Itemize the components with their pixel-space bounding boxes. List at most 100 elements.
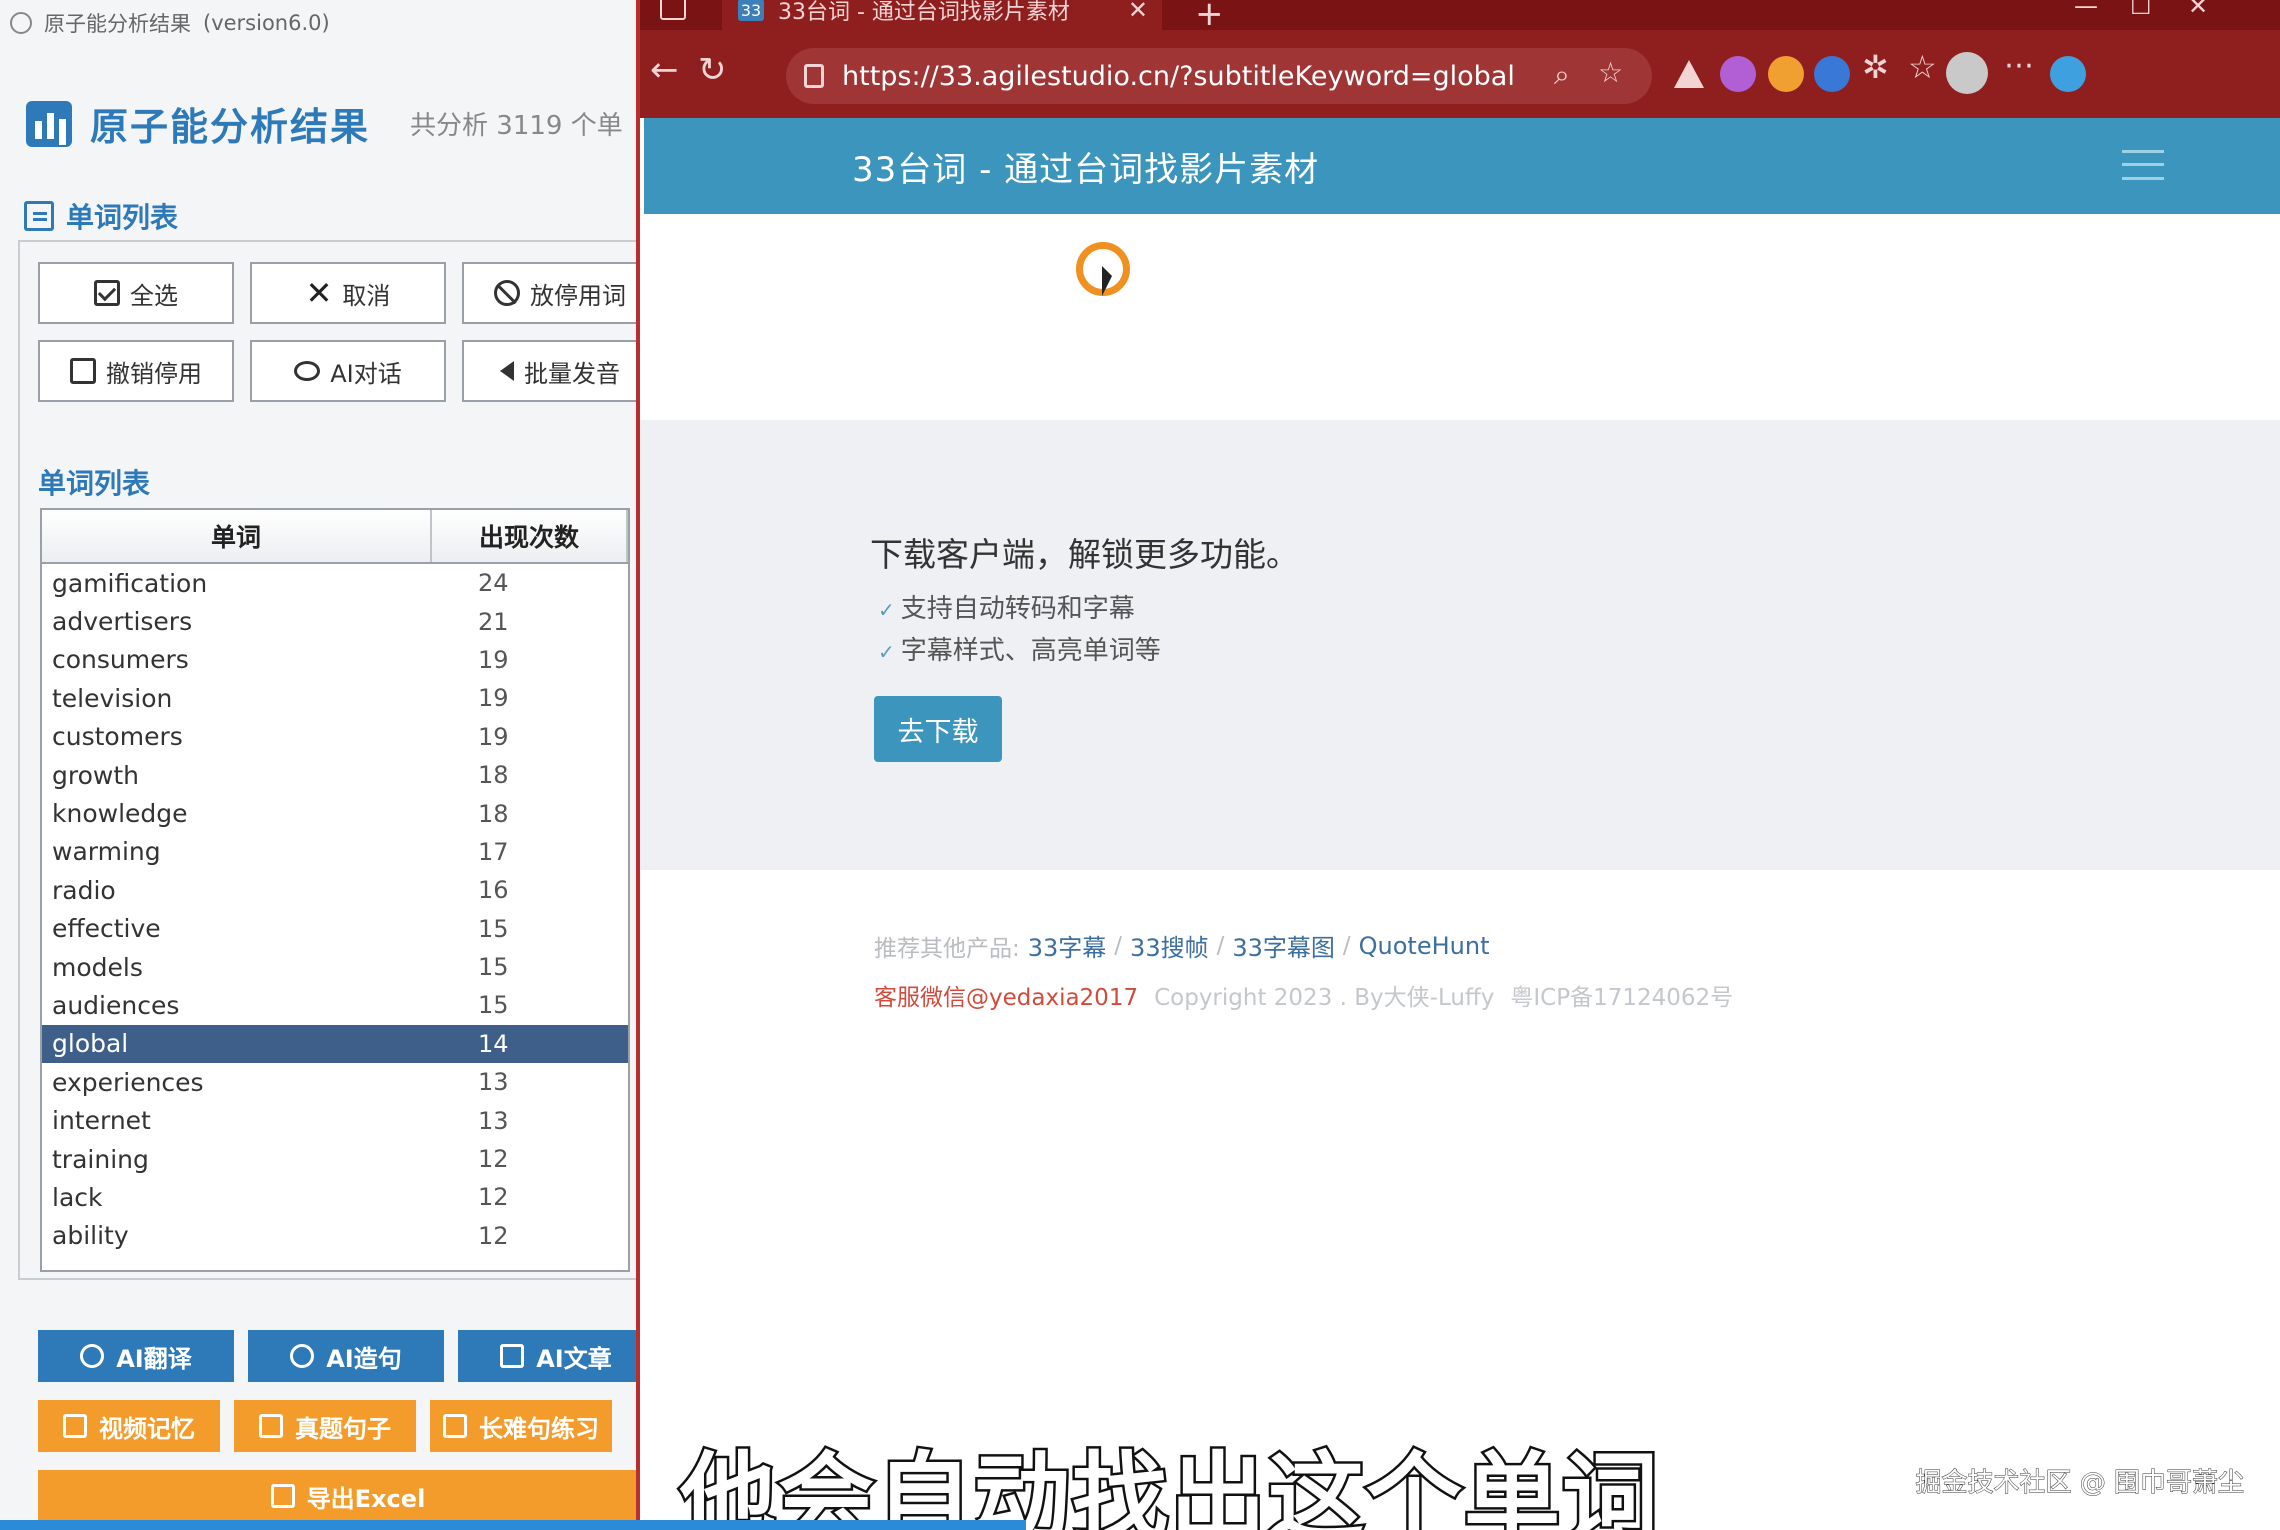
window-titlebar: 原子能分析结果 (version6.0)	[0, 0, 636, 46]
tab-close-icon[interactable]: ✕	[1128, 0, 1148, 24]
column-header-word[interactable]: 单词	[42, 510, 432, 562]
back-arrow-icon[interactable]: ←	[650, 50, 679, 90]
column-header-count[interactable]: 出现次数	[432, 510, 628, 562]
bottom-button-area: AI翻译 AI造句 AI文章 视频记忆 真题句子 长难句练习 导出Excel	[38, 1330, 636, 1530]
bar-chart-icon	[26, 100, 72, 147]
select-all-button[interactable]: 全选	[38, 262, 234, 324]
table-row[interactable]: gamification 24	[42, 564, 628, 602]
count-cell: 24	[478, 569, 509, 598]
sparkle-icon	[290, 1344, 315, 1368]
table-row[interactable]: consumers 19	[42, 641, 628, 679]
table-row[interactable]: customers 19	[42, 718, 628, 756]
zoom-icon[interactable]: ⌕	[1554, 58, 1570, 92]
minimize-icon[interactable]: —	[2074, 0, 2098, 20]
word-cell: radio	[52, 875, 116, 905]
ai-translate-button[interactable]: AI翻译	[38, 1330, 234, 1382]
video-icon	[63, 1414, 87, 1438]
word-cell: global	[52, 1029, 129, 1059]
favorite-star-icon[interactable]: ☆	[1598, 56, 1623, 89]
sidebar-toggle-icon[interactable]	[660, 0, 686, 20]
maximize-icon[interactable]: ☐	[2130, 0, 2152, 20]
table-row[interactable]: effective 15	[42, 910, 628, 948]
count-cell: 15	[478, 914, 509, 943]
video-progress-bar[interactable]	[0, 1520, 1026, 1530]
address-bar[interactable]: https://33.agilestudio.cn/?subtitleKeywo…	[786, 48, 1652, 104]
table-row[interactable]: advertisers 21	[42, 602, 628, 640]
app-header: 原子能分析结果 共分析 3119 个单	[26, 96, 623, 151]
link-33zimutu[interactable]: 33字幕图	[1232, 928, 1335, 963]
download-extension-icon[interactable]	[1814, 56, 1850, 92]
more-menu-icon[interactable]: ⋯	[2004, 48, 2034, 83]
word-cell: lack	[52, 1182, 103, 1212]
ai-chat-button[interactable]: AI对话	[250, 340, 446, 402]
real-sentence-button[interactable]: 真题句子	[234, 1400, 416, 1452]
table-row[interactable]: models 15	[42, 948, 628, 986]
table-row[interactable]: television 19	[42, 679, 628, 717]
site-title[interactable]: 33台词 - 通过台词找影片素材	[852, 142, 1319, 191]
table-row[interactable]: knowledge 18	[42, 794, 628, 832]
screen: 原子能分析结果 (version6.0) 原子能分析结果 共分析 3119 个单…	[0, 0, 2280, 1530]
hamburger-menu-icon[interactable]	[2122, 150, 2164, 180]
extensions-puzzle-icon[interactable]: ✲	[1862, 48, 1889, 86]
count-cell: 12	[478, 1221, 509, 1250]
table-row[interactable]: audiences 15	[42, 986, 628, 1024]
table-row[interactable]: training 12	[42, 1140, 628, 1178]
table-row[interactable]: lack 12	[42, 1178, 628, 1216]
word-cell: models	[52, 952, 143, 982]
ai-chat-label: AI对话	[330, 359, 402, 388]
table-row[interactable]: experiences 13	[42, 1063, 628, 1101]
refresh-icon[interactable]: ↻	[698, 50, 727, 90]
link-33zimu[interactable]: 33字幕	[1028, 928, 1107, 963]
word-cell: advertisers	[52, 607, 193, 637]
download-button[interactable]: 去下载	[874, 696, 1002, 762]
export-excel-button[interactable]: 导出Excel	[38, 1470, 636, 1522]
table-row[interactable]: radio 16	[42, 871, 628, 909]
tab-favicon: 33	[738, 0, 764, 21]
tab-active[interactable]: 33 33台词 - 通过台词找影片素材 ✕	[722, 0, 1162, 30]
section-title: 单词列表	[24, 196, 178, 236]
batch-pronounce-button[interactable]: 批量发音	[462, 340, 636, 402]
tab-bar: 33 33台词 - 通过台词找影片素材 ✕ + — ☐ ✕	[640, 0, 2280, 34]
ai-sentence-button[interactable]: AI造句	[248, 1330, 444, 1382]
favorites-icon[interactable]: ☆	[1908, 48, 1937, 86]
ai-extension-icon[interactable]	[1720, 56, 1756, 92]
word-cell: audiences	[52, 990, 180, 1020]
table-row[interactable]: internet 13	[42, 1101, 628, 1139]
analysis-app-window: 原子能分析结果 (version6.0) 原子能分析结果 共分析 3119 个单…	[0, 0, 636, 1530]
word-cell: ability	[52, 1221, 129, 1251]
stopword-button[interactable]: 放停用词	[462, 262, 636, 324]
table-row[interactable]: global 14	[42, 1024, 628, 1064]
triangle-extension-icon[interactable]	[1674, 60, 1704, 88]
new-tab-icon[interactable]: +	[1195, 0, 1224, 34]
icp-text[interactable]: 粤ICP备17124062号	[1510, 978, 1733, 1012]
copilot-icon[interactable]	[2050, 56, 2086, 92]
video-memory-label: 视频记忆	[99, 1414, 195, 1443]
lock-icon[interactable]	[804, 64, 824, 88]
table-row[interactable]: ability 12	[42, 1217, 628, 1255]
ai-article-label: AI文章	[536, 1344, 612, 1373]
checkmark-icon: ✓	[878, 598, 895, 622]
profile-avatar[interactable]	[1946, 52, 1988, 94]
ai-article-button[interactable]: AI文章	[458, 1330, 636, 1382]
customer-service-link[interactable]: 客服微信@yedaxia2017	[874, 978, 1138, 1012]
link-quotehunt[interactable]: QuoteHunt	[1359, 932, 1490, 960]
checkbox-icon	[94, 280, 120, 306]
long-sentence-button[interactable]: 长难句练习	[430, 1400, 612, 1452]
globe-icon	[80, 1344, 105, 1368]
table-row[interactable]: growth 18	[42, 756, 628, 794]
shield-extension-icon[interactable]	[1768, 56, 1804, 92]
count-cell: 17	[478, 837, 509, 866]
table-row[interactable]: warming 17	[42, 833, 628, 871]
link-33souzhen[interactable]: 33搜帧	[1130, 928, 1209, 963]
word-table: 单词 出现次数 gamification 24 advertisers 21 consu…	[40, 508, 630, 1272]
count-cell: 19	[478, 722, 509, 751]
undo-stopword-button[interactable]: 撤销停用	[38, 340, 234, 402]
real-sentence-label: 真题句子	[295, 1414, 391, 1443]
cancel-button[interactable]: ✕ 取消	[250, 262, 446, 324]
ai-translate-label: AI翻译	[116, 1344, 192, 1373]
export-excel-label: 导出Excel	[306, 1484, 426, 1513]
count-cell: 13	[478, 1068, 509, 1097]
document-edit-icon	[24, 201, 54, 231]
window-close-icon[interactable]: ✕	[2188, 0, 2208, 20]
video-memory-button[interactable]: 视频记忆	[38, 1400, 220, 1452]
